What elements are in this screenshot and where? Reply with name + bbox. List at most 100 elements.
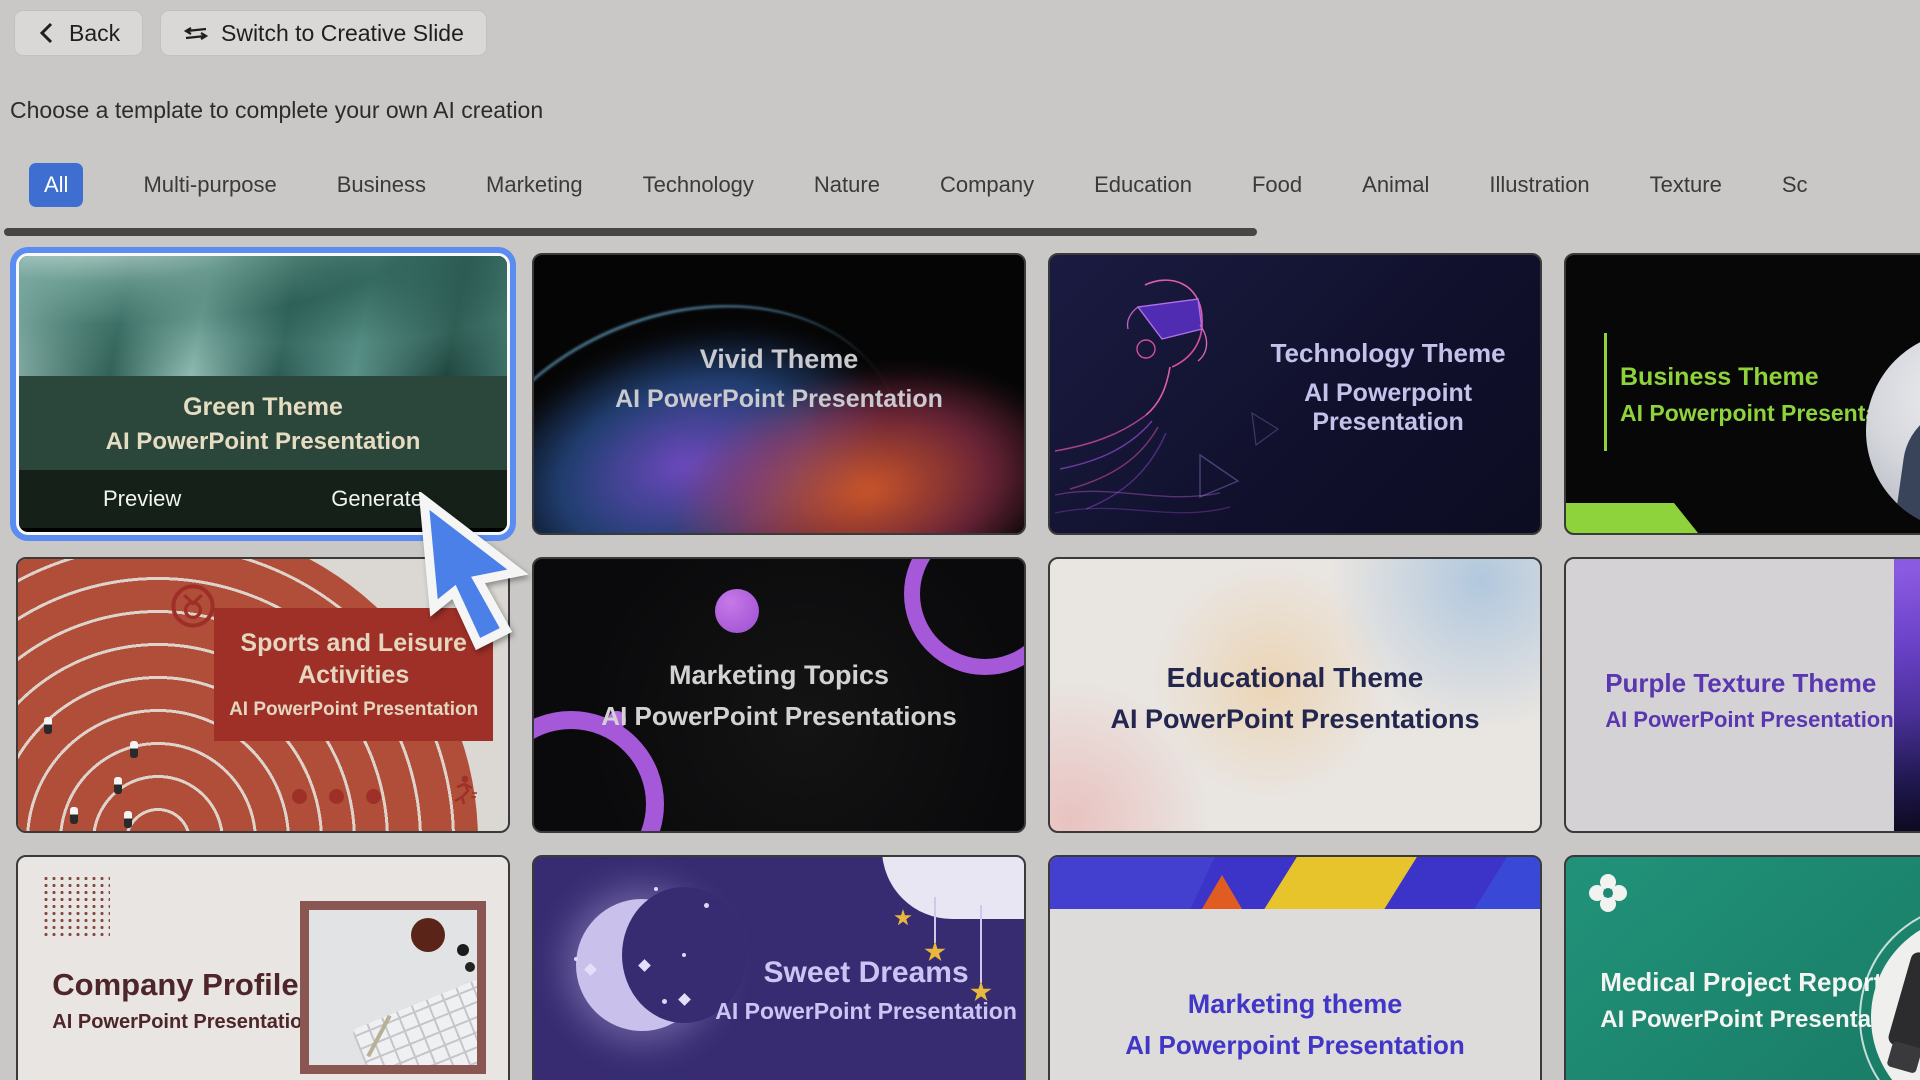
card-text: Marketing theme AI Powerpoint Presentati…: [1050, 989, 1540, 1061]
tab-food[interactable]: Food: [1252, 172, 1302, 198]
microscope: [1887, 951, 1920, 1056]
orange-triangle: [1202, 875, 1242, 909]
businessman-silhouette: [1893, 398, 1920, 531]
card-text: Vivid Theme AI PowerPoint Presentation: [534, 344, 1024, 414]
green-theme-artwork: [19, 256, 507, 376]
card-title: Company Profile: [52, 967, 314, 1003]
card-subtitle: AI PowerPoint Presentations: [534, 701, 1024, 732]
template-card-medical-report[interactable]: Medical Project Report AI PowerPoint Pre…: [1564, 855, 1920, 1080]
card-title: Sports and Leisure Activities: [214, 628, 493, 691]
star-dot: [682, 953, 686, 957]
card-actions: Preview Generate: [19, 470, 507, 528]
back-button[interactable]: Back: [14, 10, 143, 56]
runner-figure: [44, 717, 52, 734]
card-subtitle: AI PowerPoint Presentation: [534, 385, 1024, 414]
keyboard: [351, 978, 486, 1074]
tab-texture[interactable]: Texture: [1650, 172, 1722, 198]
card-subtitle: AI PowerPoint Presentation: [1605, 707, 1894, 733]
purple-texture-art: [1894, 559, 1920, 831]
runner-figure: [130, 741, 138, 758]
back-button-label: Back: [69, 20, 120, 47]
card-title: Technology Theme: [1246, 338, 1530, 369]
card-title: Green Theme: [183, 389, 343, 425]
star-dot: [662, 999, 667, 1004]
card-title: Purple Texture Theme: [1605, 668, 1894, 699]
runner-figure: [114, 777, 122, 794]
tab-technology[interactable]: Technology: [643, 172, 754, 198]
template-card-technology-theme[interactable]: Technology Theme AI Powerpoint Presentat…: [1048, 253, 1542, 535]
runner-icon: [445, 773, 479, 812]
template-card-marketing-topics[interactable]: Marketing Topics AI PowerPoint Presentat…: [532, 557, 1026, 833]
berry-decor: [457, 944, 469, 956]
swap-arrows-icon: [183, 21, 209, 45]
card-subtitle: AI PowerPoint Presentation: [715, 998, 1017, 1025]
card-text: Educational Theme AI PowerPoint Presenta…: [1050, 662, 1540, 735]
card-subtitle: AI PowerPoint Presentation: [229, 699, 478, 721]
card-subtitle: AI PowerPoint Presentation: [106, 426, 421, 457]
template-card-educational-theme[interactable]: Educational Theme AI PowerPoint Presenta…: [1048, 557, 1542, 833]
template-card-business-theme[interactable]: Business Theme AI Powerpoint Presentatio…: [1564, 253, 1920, 535]
geometric-header-band: [1050, 857, 1540, 909]
tab-science-partial[interactable]: Sc: [1782, 172, 1808, 198]
template-card-marketing-theme[interactable]: Marketing theme AI Powerpoint Presentati…: [1048, 855, 1542, 1080]
card-title: Marketing Topics: [534, 660, 1024, 691]
pagination-dots: [292, 789, 381, 804]
tab-animal[interactable]: Animal: [1362, 172, 1429, 198]
card-subtitle: AI PowerPoint Presentations: [1050, 704, 1540, 735]
tab-nature[interactable]: Nature: [814, 172, 880, 198]
chevron-left-icon: [37, 21, 57, 45]
purple-ring-top-right: [904, 557, 1026, 675]
dot-grid-decoration: [42, 875, 110, 937]
page-subtitle: Choose a template to complete your own A…: [10, 97, 543, 124]
tab-education[interactable]: Education: [1094, 172, 1192, 198]
card-text: Sweet Dreams AI PowerPoint Presentation: [715, 956, 1017, 1025]
template-card-sports-theme[interactable]: Sports and Leisure Activities AI PowerPo…: [16, 557, 510, 833]
card-title: Sweet Dreams: [715, 956, 1017, 990]
card-text: Company Profile AI PowerPoint Presentati…: [52, 967, 314, 1034]
yellow-shape: [1258, 857, 1422, 909]
card-subtitle: AI Powerpoint Presentation: [1050, 1030, 1540, 1061]
medical-cross-icon: [1588, 873, 1628, 918]
yellow-star: [894, 909, 912, 927]
tab-business[interactable]: Business: [337, 172, 426, 198]
purple-circle-large: [715, 589, 759, 633]
generate-button[interactable]: Generate: [331, 486, 423, 512]
berry-decor: [465, 962, 475, 972]
star-dot: [704, 903, 709, 908]
card-title: Vivid Theme: [534, 344, 1024, 375]
card-text: Marketing Topics AI PowerPoint Presentat…: [534, 660, 1024, 732]
star-dot: [654, 887, 658, 891]
tab-company[interactable]: Company: [940, 172, 1034, 198]
category-tabs: All Multi-purpose Business Marketing Tec…: [29, 163, 1808, 207]
tab-marketing[interactable]: Marketing: [486, 172, 583, 198]
template-grid: Green Theme AI PowerPoint Presentation P…: [16, 253, 1920, 1080]
template-card-green-theme[interactable]: Green Theme AI PowerPoint Presentation P…: [16, 253, 510, 535]
runner-figure: [124, 811, 132, 828]
switch-to-creative-slide-button[interactable]: Switch to Creative Slide: [160, 10, 487, 56]
card-subtitle: AI PowerPoint Presentation: [52, 1011, 314, 1034]
desk-photo-frame: [300, 901, 486, 1074]
card-subtitle: AI Powerpoint Presentation: [1246, 379, 1530, 437]
template-picker-screen: Back Switch to Creative Slide Choose a t…: [0, 0, 1920, 1080]
switch-button-label: Switch to Creative Slide: [221, 20, 464, 47]
card-title: Educational Theme: [1050, 662, 1540, 694]
template-card-company-profile[interactable]: Company Profile AI PowerPoint Presentati…: [16, 855, 510, 1080]
blue-shape: [1468, 857, 1540, 909]
tab-illustration[interactable]: Illustration: [1489, 172, 1589, 198]
tab-multi-purpose[interactable]: Multi-purpose: [143, 172, 276, 198]
green-parallelogram: [1566, 503, 1716, 533]
green-theme-title-band: Green Theme AI PowerPoint Presentation: [19, 376, 507, 470]
card-title: Marketing theme: [1050, 989, 1540, 1020]
template-card-sweet-dreams[interactable]: Sweet Dreams AI PowerPoint Presentation: [532, 855, 1026, 1080]
template-card-purple-texture[interactable]: Purple Texture Theme AI PowerPoint Prese…: [1564, 557, 1920, 833]
medal-icon: [170, 583, 216, 634]
sports-title-block: Sports and Leisure Activities AI PowerPo…: [214, 608, 493, 741]
preview-button[interactable]: Preview: [103, 486, 181, 512]
star-dot: [574, 957, 578, 961]
template-card-vivid-theme[interactable]: Vivid Theme AI PowerPoint Presentation: [532, 253, 1026, 535]
green-accent-line: [1604, 333, 1607, 451]
tabs-scroll-indicator[interactable]: [4, 228, 1257, 236]
star-string: [934, 897, 936, 943]
coffee-cup: [411, 918, 445, 952]
tab-all[interactable]: All: [29, 163, 83, 207]
